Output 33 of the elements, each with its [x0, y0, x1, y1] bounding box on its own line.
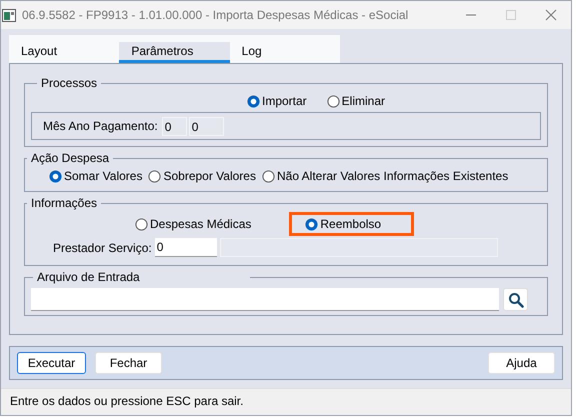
- radio-button[interactable]: [246, 94, 260, 108]
- input-field[interactable]: 0: [162, 116, 187, 136]
- input-field[interactable]: 0: [188, 116, 224, 136]
- window-title: 06.9.5582 - FP9913 - 1.01.00.000 - Importa Despesas Médicas - eSocial: [22, 7, 408, 24]
- radio-button[interactable]: [326, 94, 340, 108]
- radio-option[interactable]: Somar Valores: [49, 167, 142, 185]
- group-legend: Informações: [27, 194, 102, 212]
- radio-option[interactable]: Despesas Médicas: [135, 215, 252, 233]
- radio-button[interactable]: [305, 218, 318, 230]
- radio-button[interactable]: [135, 218, 148, 230]
- radio-button[interactable]: [148, 170, 162, 182]
- field-label: Prestador Serviço:: [53, 240, 152, 256]
- radio-option[interactable]: Eliminar: [326, 92, 386, 110]
- group-legend: Arquivo de Entrada: [33, 268, 250, 286]
- search-button[interactable]: [503, 288, 528, 311]
- radio-button[interactable]: [49, 170, 62, 182]
- radio-option[interactable]: Reembolso: [289, 212, 414, 236]
- action-button[interactable]: Ajuda: [488, 352, 555, 374]
- radio-option[interactable]: Não Alterar Valores Informações Existentes: [262, 167, 508, 185]
- tab[interactable]: Parâmetros: [119, 42, 230, 63]
- action-button[interactable]: Fechar: [95, 352, 162, 374]
- group-legend: Processos: [37, 74, 102, 92]
- group-legend: Ação Despesa: [27, 149, 114, 167]
- status-text: Entre os dados ou pressione ESC para sair.: [10, 394, 244, 408]
- radio-button[interactable]: [262, 170, 275, 182]
- close-icon[interactable]: [545, 9, 557, 21]
- field-label: Mês Ano Pagamento:: [43, 118, 158, 135]
- action-button[interactable]: Executar: [17, 352, 86, 374]
- input-field[interactable]: 0: [154, 238, 217, 257]
- file-path-field[interactable]: [31, 288, 499, 311]
- radio-option[interactable]: Sobrepor Valores: [148, 167, 256, 185]
- radio-option[interactable]: Importar: [246, 92, 307, 110]
- search-icon: [508, 292, 524, 308]
